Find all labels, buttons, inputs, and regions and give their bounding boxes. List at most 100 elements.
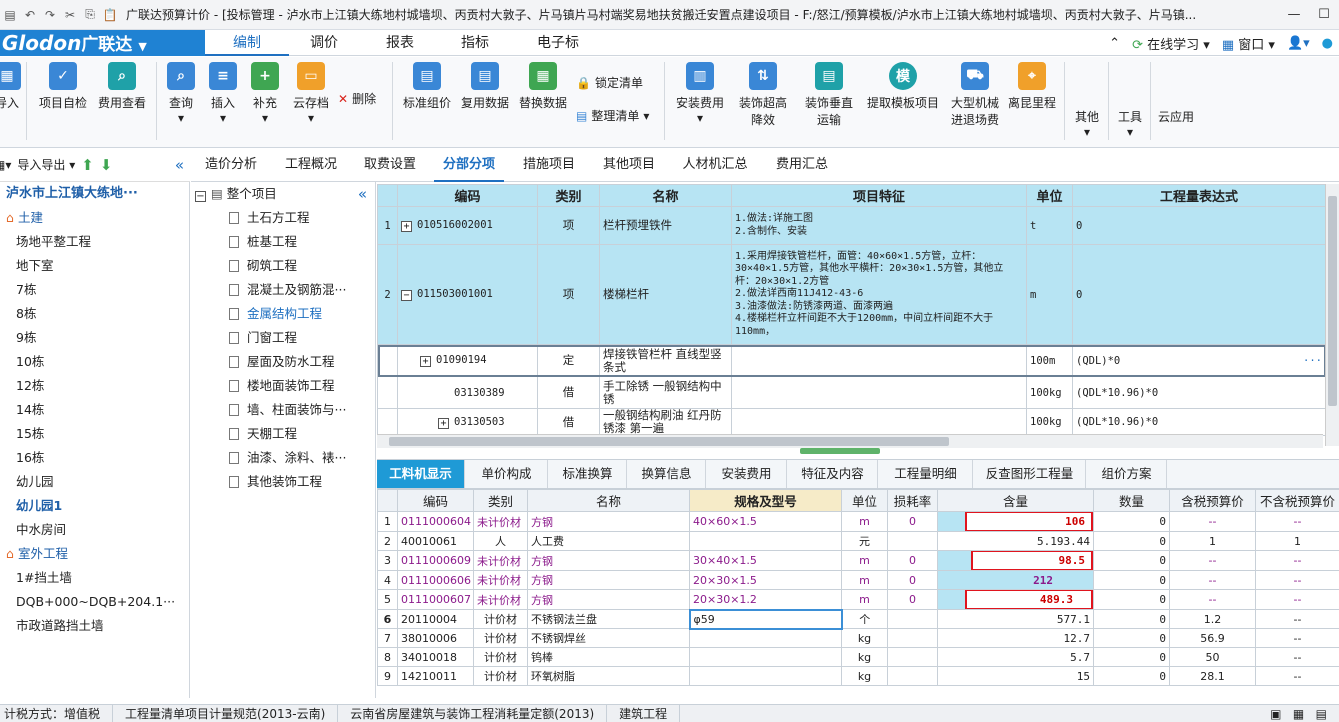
- tree-node[interactable]: 砌筑工程: [191, 254, 375, 278]
- tab-graphic-quantity[interactable]: 反查图形工程量: [974, 460, 1086, 488]
- tree-item[interactable]: 14栋: [0, 398, 189, 422]
- insert-button[interactable]: ≡ 插入 ▾: [206, 62, 240, 142]
- quantity-cell[interactable]: 0: [1093, 570, 1170, 590]
- quantity-cell[interactable]: 0: [1093, 628, 1170, 648]
- type-cell[interactable]: 计价材: [473, 647, 528, 667]
- content-value-highlight[interactable]: 106: [965, 512, 1093, 531]
- menu-tab-report[interactable]: 报表: [362, 30, 438, 56]
- fee-view-button[interactable]: ⌕ 费用查看: [94, 62, 150, 142]
- tree-item[interactable]: 15栋: [0, 422, 189, 446]
- name-cell[interactable]: 焊接铁管栏杆 直线型竖条式: [599, 344, 732, 377]
- cloud-save-button[interactable]: ▭ 云存档 ▾: [290, 62, 332, 142]
- tree-node[interactable]: 油漆、涂料、裱···: [191, 446, 375, 470]
- delete-button[interactable]: ✕ 删除: [338, 90, 376, 107]
- tree-item[interactable]: 12栋: [0, 374, 189, 398]
- table-row[interactable]: 5 0111000607 未计价材 方钢 20×30×1.2 m 0 489.3…: [377, 589, 1339, 610]
- code-cell[interactable]: 14210011: [397, 666, 474, 686]
- sort-list-button[interactable]: ▤ 整理清单 ▾: [576, 107, 649, 124]
- tools-button[interactable]: 工具 ▾: [1112, 62, 1148, 142]
- tree-node[interactable]: 屋面及防水工程: [191, 350, 375, 374]
- table-row[interactable]: +03130503 借 一般钢结构刷油 红丹防锈漆 第一遍 100kg (QDL…: [377, 408, 1326, 436]
- tab-labor-machine[interactable]: 工料机显示: [377, 460, 465, 488]
- price-tax-cell[interactable]: --: [1169, 550, 1256, 571]
- name-cell[interactable]: 楼梯栏杆: [599, 244, 732, 345]
- more-icon[interactable]: ···: [1303, 355, 1322, 367]
- help-icon[interactable]: ●: [1322, 36, 1333, 51]
- spec-cell[interactable]: [689, 531, 842, 551]
- app-icon[interactable]: ▤: [0, 5, 20, 25]
- spec-cell[interactable]: 20×30×1.2: [689, 589, 842, 610]
- quantity-cell[interactable]: 0: [1093, 609, 1170, 629]
- scroll-thumb[interactable]: [389, 437, 949, 446]
- col-content[interactable]: 含量: [937, 489, 1094, 512]
- unit-cell[interactable]: kg: [841, 628, 888, 648]
- move-down-icon[interactable]: ⬇: [100, 156, 113, 174]
- unit-cell[interactable]: m: [841, 589, 888, 610]
- code-cell[interactable]: 0111000606: [397, 570, 474, 590]
- content-cell[interactable]: 489.3: [937, 589, 1094, 610]
- table-row[interactable]: 2 40010061 人 人工费 元 5.193.44 0 1 1: [377, 531, 1339, 551]
- table-row[interactable]: 03130389 借 手工除锈 一般钢结构中锈 100kg (QDL*10.96…: [377, 376, 1326, 409]
- col-loss[interactable]: 损耗率: [887, 489, 938, 512]
- tree-item[interactable]: 1#挡土墙: [0, 566, 189, 590]
- table-row[interactable]: 2 −011503001001 项 楼梯栏杆 1.采用焊接铁管栏杆，面管：40×…: [377, 244, 1326, 345]
- price-notax-cell[interactable]: --: [1255, 647, 1339, 667]
- view-icons[interactable]: ▣ ▦ ▤: [1258, 707, 1339, 721]
- expr-cell[interactable]: (QDL*10.96)*0: [1072, 408, 1326, 436]
- name-cell[interactable]: 栏杆预埋铁件: [599, 206, 732, 245]
- code-cell[interactable]: 38010006: [397, 628, 474, 648]
- tree-item[interactable]: 市政道路挡土墙: [0, 614, 189, 638]
- content-value-highlight[interactable]: 489.3: [965, 590, 1093, 609]
- replace-data-button[interactable]: ▦ 替换数据: [516, 62, 570, 142]
- feature-cell[interactable]: [731, 376, 1027, 409]
- new-icon[interactable]: ▦▾: [0, 158, 11, 172]
- other-button[interactable]: 其他 ▾: [1068, 62, 1106, 142]
- tree-item[interactable]: 8栋: [0, 302, 189, 326]
- code-cell[interactable]: 40010061: [397, 531, 474, 551]
- tree-item[interactable]: 9栋: [0, 326, 189, 350]
- extract-template-button[interactable]: 模提取模板项目: [864, 62, 942, 142]
- col-features[interactable]: 项目特征: [731, 184, 1027, 207]
- tab-fee-summary[interactable]: 费用汇总: [766, 148, 838, 182]
- price-notax-cell[interactable]: --: [1255, 609, 1339, 629]
- window-menu[interactable]: ▦ 窗口 ▾: [1222, 34, 1275, 53]
- name-cell[interactable]: 不锈钢法兰盘: [527, 609, 690, 629]
- loss-cell[interactable]: [887, 609, 938, 629]
- tab-others[interactable]: 其他项目: [594, 148, 664, 182]
- loss-cell[interactable]: [887, 628, 938, 648]
- collapse-icon[interactable]: −: [195, 191, 206, 202]
- feature-cell[interactable]: [731, 408, 1027, 436]
- tab-install-fee[interactable]: 安装费用: [707, 460, 787, 488]
- code-cell[interactable]: 0111000609: [397, 550, 474, 571]
- tree-item-selected[interactable]: 幼儿园1: [0, 494, 189, 518]
- app-logo[interactable]: Glodon广联达 ▼: [0, 30, 205, 56]
- name-cell[interactable]: 人工费: [527, 531, 690, 551]
- col-name[interactable]: 名称: [527, 489, 690, 512]
- code-cell[interactable]: +010516002001: [397, 206, 538, 245]
- content-cell[interactable]: 212: [937, 570, 1094, 590]
- online-learn[interactable]: ⟳ 在线学习 ▾: [1132, 34, 1210, 53]
- expr-cell[interactable]: (QDL)*0 ···: [1072, 344, 1326, 377]
- tree-node[interactable]: 桩基工程: [191, 230, 375, 254]
- tab-unit-price[interactable]: 单价构成: [466, 460, 548, 488]
- price-notax-cell[interactable]: --: [1255, 666, 1339, 686]
- minimize-icon[interactable]: —: [1279, 7, 1309, 22]
- code-cell[interactable]: 0111000607: [397, 589, 474, 610]
- price-tax-cell[interactable]: --: [1169, 589, 1256, 610]
- spec-cell[interactable]: 40×60×1.5: [689, 511, 842, 532]
- unit-cell[interactable]: 100kg: [1026, 408, 1073, 436]
- loss-cell[interactable]: [887, 647, 938, 667]
- loss-cell[interactable]: [887, 531, 938, 551]
- tab-fee-settings[interactable]: 取费设置: [355, 148, 425, 182]
- type-cell[interactable]: 未计价材: [473, 511, 528, 532]
- spec-cell[interactable]: 30×40×1.5: [689, 550, 842, 571]
- tree-item[interactable]: 10栋: [0, 350, 189, 374]
- spec-cell-editing[interactable]: φ59: [688, 608, 843, 630]
- unit-cell[interactable]: m: [841, 570, 888, 590]
- machinery-button[interactable]: ⛟ 大型机械进退场费: [946, 62, 1004, 142]
- tab-convert-info[interactable]: 换算信息: [628, 460, 706, 488]
- type-cell[interactable]: 未计价材: [473, 570, 528, 590]
- price-notax-cell[interactable]: --: [1255, 550, 1339, 571]
- expand-icon[interactable]: +: [420, 356, 431, 367]
- tab-items[interactable]: 分部分项: [434, 148, 504, 182]
